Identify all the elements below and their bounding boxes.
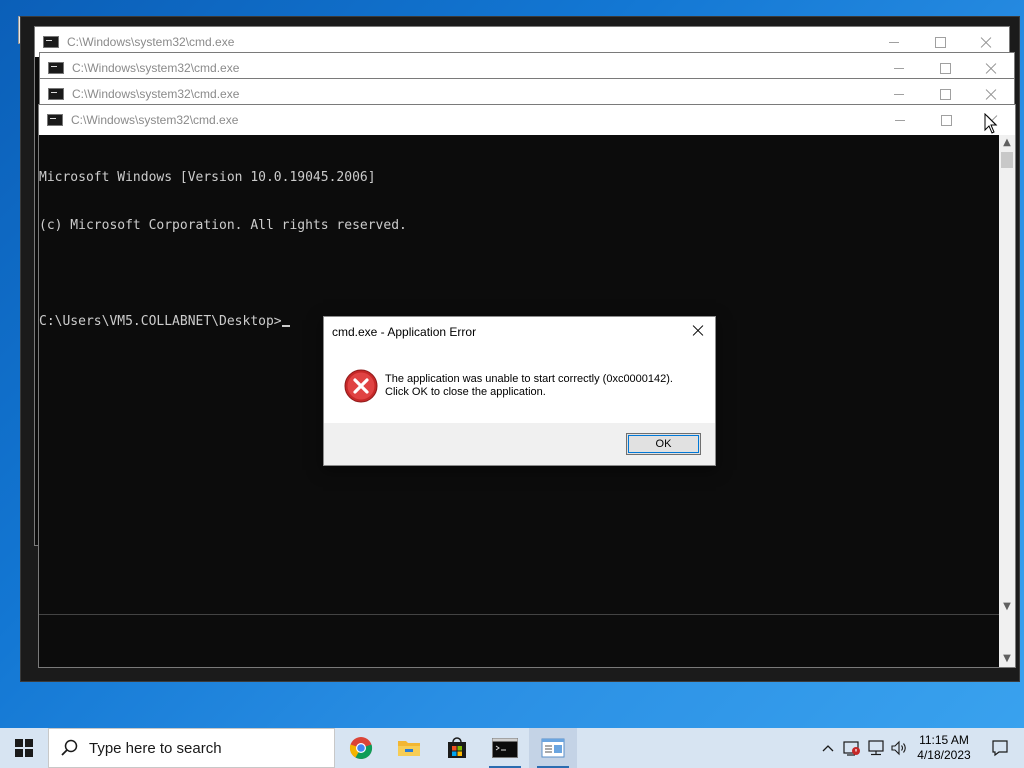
dialog-footer: OK [324, 423, 715, 465]
console-prompt: C:\Users\VM5.COLLABNET\Desktop> [39, 314, 282, 329]
application-error-dialog[interactable]: cmd.exe - Application Error The applicat… [323, 316, 716, 466]
notepad-icon [541, 738, 565, 758]
notification-icon [992, 740, 1008, 757]
dialog-title: cmd.exe - Application Error [332, 325, 477, 339]
tray-volume[interactable] [888, 728, 912, 768]
cmd-app-icon [47, 114, 63, 126]
network-warning-icon [843, 741, 860, 756]
clock-date: 4/18/2023 [917, 748, 971, 762]
console-line: (c) Microsoft Corporation. All rights re… [39, 218, 407, 233]
volume-icon [891, 740, 906, 756]
taskbar-search-box[interactable]: Type here to search [48, 728, 335, 768]
vertical-scrollbar[interactable]: ▲ ▼ ▼ [999, 135, 1015, 667]
window-title: C:\Windows\system32\cmd.exe [72, 87, 240, 101]
window-title: C:\Windows\system32\cmd.exe [71, 113, 239, 127]
cmd-icon [492, 738, 518, 758]
tray-network[interactable] [864, 728, 888, 768]
scroll-down-icon[interactable]: ▼ [999, 651, 1015, 667]
scroll-thumb[interactable] [1001, 152, 1013, 168]
text-cursor [281, 325, 290, 327]
ok-button[interactable]: OK [626, 433, 701, 455]
microsoft-store-icon [448, 737, 466, 758]
windows-logo-icon [15, 739, 33, 757]
search-placeholder: Type here to search [89, 739, 222, 757]
action-center-button[interactable] [976, 728, 1024, 768]
error-icon [344, 369, 378, 403]
taskbar-cmd[interactable] [481, 728, 529, 768]
dialog-message-line: Click OK to close the application. [385, 386, 546, 398]
cmd-app-icon [43, 36, 59, 48]
taskbar-file-explorer[interactable] [385, 728, 433, 768]
minimize-button[interactable] [877, 105, 923, 135]
cmd-app-icon [48, 62, 64, 74]
dialog-close-button[interactable] [689, 322, 707, 340]
file-explorer-icon [398, 741, 420, 756]
desktop: C:\Windows\system32\cmd.exe C:\Windows\s… [0, 0, 1024, 728]
mouse-pointer-icon [984, 113, 998, 134]
console-line: Microsoft Windows [Version 10.0.19045.20… [39, 170, 376, 185]
search-icon [61, 739, 78, 756]
chrome-icon [349, 737, 373, 760]
chevron-up-icon [822, 745, 834, 752]
maximize-button[interactable] [923, 105, 969, 135]
window-title: C:\Windows\system32\cmd.exe [72, 61, 240, 75]
taskbar-microsoft-store[interactable] [433, 728, 481, 768]
system-tray: 11:15 AM 4/18/2023 [816, 728, 1024, 768]
scroll-down-icon[interactable]: ▼ [999, 599, 1015, 615]
titlebar[interactable]: C:\Windows\system32\cmd.exe [39, 105, 1015, 135]
start-button[interactable] [0, 728, 48, 768]
taskbar-clock[interactable]: 11:15 AM 4/18/2023 [912, 733, 976, 763]
taskbar-notepad[interactable] [529, 728, 577, 768]
taskbar: Type here to search 11:15 AM 4/18/2023 [0, 728, 1024, 768]
cmd-app-icon [48, 88, 64, 100]
scroll-up-icon[interactable]: ▲ [999, 135, 1015, 151]
show-hidden-icons[interactable] [816, 728, 840, 768]
dialog-message: The application was unable to start corr… [385, 373, 673, 399]
dialog-message-line: The application was unable to start corr… [385, 373, 673, 385]
network-icon [868, 740, 884, 756]
console-divider [39, 614, 999, 615]
tray-network-warning[interactable] [840, 728, 864, 768]
window-title: C:\Windows\system32\cmd.exe [67, 35, 235, 49]
taskbar-chrome[interactable] [337, 728, 385, 768]
clock-time: 11:15 AM [919, 733, 969, 747]
